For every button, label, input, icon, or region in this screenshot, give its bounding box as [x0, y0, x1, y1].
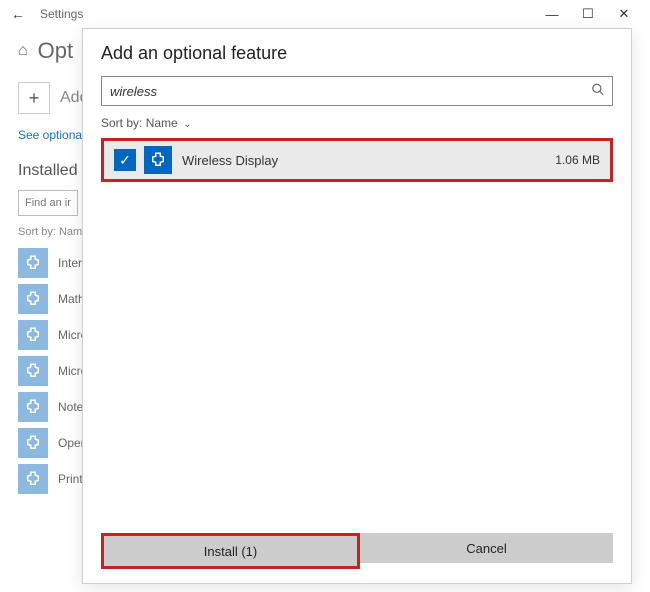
feature-icon: [18, 464, 48, 494]
chevron-down-icon: ⌄: [183, 119, 191, 130]
cancel-button[interactable]: Cancel: [360, 533, 613, 563]
sort-by-dropdown[interactable]: Sort by: Name ⌄: [101, 116, 613, 130]
feature-label: Math: [58, 292, 85, 306]
window-title: Settings: [40, 7, 83, 21]
page-title-text: Opt: [38, 38, 73, 64]
sort-value: Name: [146, 116, 178, 130]
search-input[interactable]: [101, 76, 613, 106]
feature-icon: [144, 146, 172, 174]
feature-size: 1.06 MB: [555, 153, 600, 167]
feature-label: Print: [58, 472, 83, 486]
find-installed-input[interactable]: [18, 190, 78, 216]
feature-icon: [18, 284, 48, 314]
highlight-annotation: ✓ Wireless Display 1.06 MB: [101, 138, 613, 182]
feature-icon: [18, 392, 48, 422]
feature-result-row[interactable]: ✓ Wireless Display 1.06 MB: [104, 141, 610, 179]
dialog-footer: Install (1) Cancel: [83, 533, 631, 583]
sort-prefix: Sort by:: [101, 116, 142, 130]
back-button[interactable]: ←: [8, 6, 28, 22]
maximize-button[interactable]: ☐: [570, 6, 606, 22]
add-feature-dialog: Add an optional feature Sort by: Name ⌄ …: [82, 28, 632, 584]
close-button[interactable]: ✕: [606, 6, 642, 22]
highlight-annotation: Install (1): [101, 533, 360, 569]
search-field: [101, 76, 613, 106]
minimize-button[interactable]: —: [534, 7, 570, 22]
install-button[interactable]: Install (1): [104, 536, 357, 566]
checkbox-checked[interactable]: ✓: [114, 149, 136, 171]
dialog-title: Add an optional feature: [101, 43, 613, 64]
plus-icon: +: [18, 82, 50, 114]
window-titlebar: ← Settings — ☐ ✕: [0, 0, 650, 28]
search-icon[interactable]: [591, 83, 605, 100]
feature-icon: [18, 428, 48, 458]
feature-name: Wireless Display: [182, 153, 555, 168]
feature-icon: [18, 356, 48, 386]
feature-icon: [18, 320, 48, 350]
home-icon[interactable]: ⌂: [18, 42, 28, 60]
feature-icon: [18, 248, 48, 278]
